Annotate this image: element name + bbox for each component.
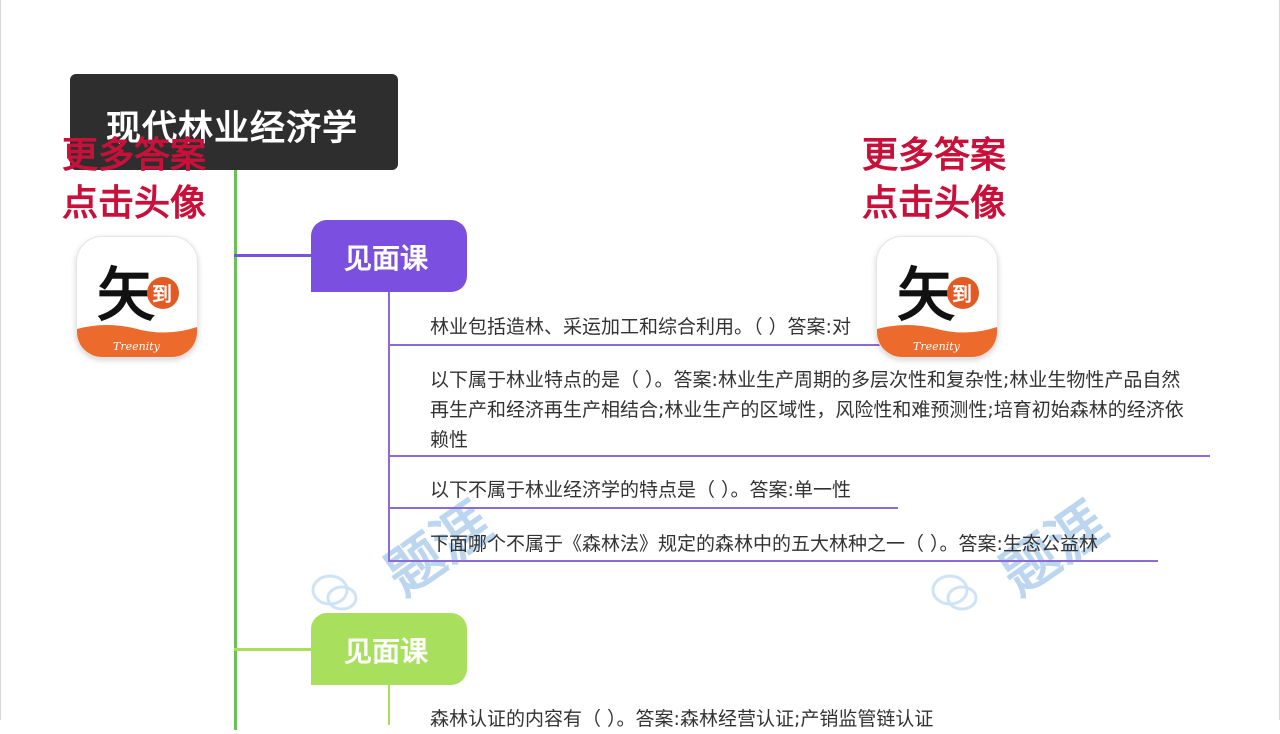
leaf-underline	[388, 455, 1210, 457]
leaf-item: 以下不属于林业经济学的特点是（ ）。答案:单一性	[430, 479, 851, 501]
branch-2-stem	[388, 685, 390, 725]
leaf-item: 下面哪个不属于《森林法》规定的森林中的五大林种之一（ ）。答案:生态公益林	[430, 533, 1098, 555]
avatar-right[interactable]: 矢 到 Treenity	[876, 236, 998, 358]
leaf-underline	[388, 560, 1158, 562]
treenity-logo-icon: 矢 到 Treenity	[877, 261, 997, 357]
avatar-left[interactable]: 矢 到 Treenity	[76, 236, 198, 358]
treenity-logo-icon: 矢 到 Treenity	[77, 261, 197, 357]
branch-label: 见面课	[344, 635, 429, 668]
branch-connector	[234, 648, 314, 651]
leaf-underline	[388, 344, 888, 346]
leaf-item: 森林认证的内容有（ ）。答案:森林经营认证;产销监管链认证	[430, 708, 934, 730]
branch-connector	[234, 254, 314, 257]
left-frame-line	[0, 0, 1, 720]
logo-char: 矢	[897, 261, 955, 329]
branch-1-stem	[388, 292, 390, 560]
leaf-item: 以下属于林业特点的是（ ）。答案:林业生产周期的多层次性和复杂性;林业生物性产品…	[430, 369, 1184, 451]
promo-line-1: 更多答案	[862, 135, 1007, 176]
seal-char: 到	[952, 282, 972, 306]
logo-char: 矢	[97, 261, 155, 329]
branch-label: 见面课	[344, 242, 429, 275]
promo-text-right[interactable]: 更多答案 点击头像	[862, 132, 1006, 228]
promo-line-2: 点击头像	[62, 183, 207, 224]
branch-node-2[interactable]: 见面课	[311, 613, 467, 685]
leaf-item: 林业包括造林、采运加工和综合利用。（ ）答案:对	[430, 316, 851, 338]
wechat-icon	[931, 574, 978, 611]
leaf-underline	[388, 507, 898, 509]
brand-text: Treenity	[913, 340, 961, 353]
promo-text-left[interactable]: 更多答案 点击头像	[62, 132, 206, 228]
seal-char: 到	[152, 282, 172, 306]
promo-line-2: 点击头像	[862, 183, 1007, 224]
wechat-icon	[311, 574, 358, 611]
branch-node-1[interactable]: 见面课	[311, 220, 467, 292]
promo-line-1: 更多答案	[62, 135, 207, 176]
brand-text: Treenity	[113, 340, 161, 353]
